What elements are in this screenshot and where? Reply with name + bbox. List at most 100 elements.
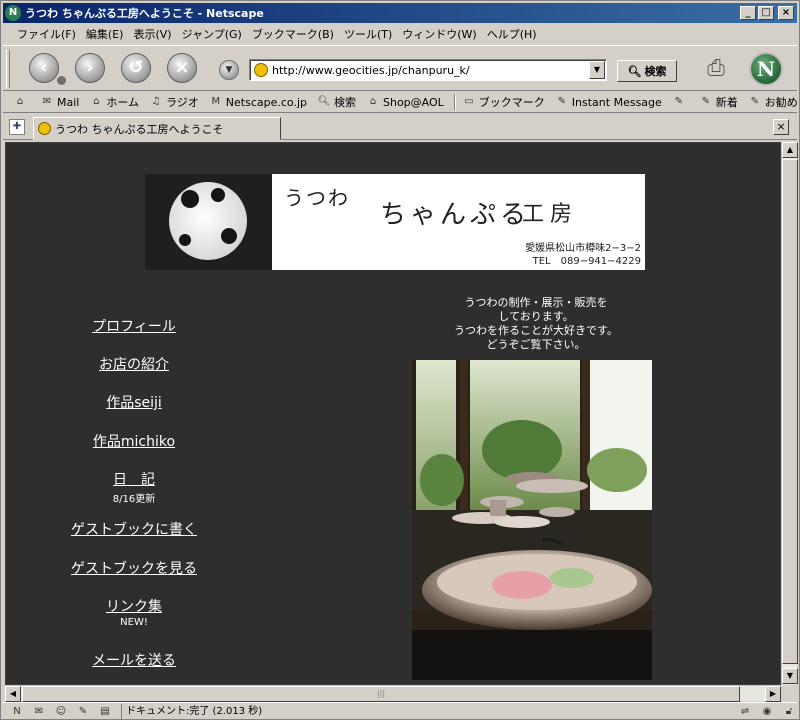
nav-link-guestbook-view[interactable]: ゲストブックを見る xyxy=(54,558,214,578)
tab-bar: ✚ うつわ ちゃんぷる工房へようこそ × xyxy=(3,114,797,140)
reload-button[interactable]: ↺ xyxy=(121,53,151,83)
menu-help[interactable]: ヘルプ(H) xyxy=(487,26,537,42)
headphones-icon: ♫ xyxy=(151,96,161,107)
links-new-badge: NEW! xyxy=(120,617,148,628)
nav-link-mail[interactable]: メールを送る xyxy=(54,650,214,670)
page-viewport: うつわ ちゃんぷる 工房 愛媛県松山市樽味2−3−2 TEL 089−941−4… xyxy=(5,142,781,685)
bookmark-home-menu[interactable]: ⌂ xyxy=(13,96,30,108)
search-button[interactable]: 🔍︎ 検索 xyxy=(617,60,677,82)
address-book-icon[interactable]: ▤ xyxy=(97,705,113,718)
banner-logo: うつわ ちゃんぷる 工房 愛媛県松山市樽味2−3−2 TEL 089−941−4… xyxy=(272,174,645,270)
url-dropdown-button[interactable]: ▼ xyxy=(589,61,605,79)
status-bar: N ✉ ☺ ✎ ▤ ドキュメント:完了 (2.013 秒) ⇌ ◉ 🔓︎ xyxy=(3,702,797,719)
menu-tools[interactable]: ツール(T) xyxy=(344,26,392,42)
forward-button[interactable]: › xyxy=(75,53,105,83)
minimize-button[interactable]: _ xyxy=(740,6,756,20)
menu-edit[interactable]: 編集(E) xyxy=(86,26,124,42)
magnifier-icon: 🔍︎ xyxy=(627,64,642,78)
bookmark-shop[interactable]: ⌂ Shop@AOL xyxy=(366,96,444,109)
im-icon: ✎ xyxy=(701,96,710,107)
personal-toolbar: ⌂ ✉ Mail ⌂ ホーム ♫ ラジオ M Netscape.co.jp 🔍︎ 検索 ⌂… xyxy=(3,92,797,113)
url-history-button[interactable]: ▼ xyxy=(219,60,239,80)
privacy-icon[interactable]: ◉ xyxy=(759,705,775,718)
nav-item-guestbook-write: ゲストブックに書く xyxy=(54,519,214,539)
netscape-status-icon[interactable]: N xyxy=(9,705,25,718)
bookmark-instant-message[interactable]: ✎ Instant Message xyxy=(555,96,662,109)
vertical-scroll-thumb[interactable] xyxy=(782,159,798,664)
location-bar: ▼ xyxy=(249,59,607,81)
close-tab-button[interactable]: × xyxy=(773,119,789,135)
logo-koubou: 工房 xyxy=(522,202,579,227)
bookmark-folder[interactable]: ▭ ブックマーク xyxy=(462,94,545,110)
netscape-app-icon[interactable]: N xyxy=(5,5,21,21)
nav-link-profile[interactable]: プロフィール xyxy=(54,316,214,336)
home-icon: ⌂ xyxy=(93,96,100,107)
nav-item-works-seiji: 作品seiji xyxy=(54,392,214,412)
scroll-right-arrow[interactable]: ▶ xyxy=(765,686,781,702)
maximize-button[interactable]: □ xyxy=(758,6,774,20)
stop-button[interactable]: × xyxy=(167,53,197,83)
navigation-toolbar: ‹ › ↺ × ▼ ▼ 🔍︎ 検索 ⎙ N xyxy=(3,45,797,91)
tab-site-icon xyxy=(38,122,51,135)
shop-interior-photo xyxy=(412,360,652,680)
bookmark-mail[interactable]: ✉ Mail xyxy=(40,96,80,109)
url-input[interactable] xyxy=(272,63,589,77)
bookmark-new[interactable]: ✎ 新着 xyxy=(699,94,738,110)
mail-icon: ✉ xyxy=(42,96,52,107)
back-history-dropdown[interactable] xyxy=(57,76,66,85)
nav-link-links[interactable]: リンク集 xyxy=(54,596,214,616)
home-menu-icon: ⌂ xyxy=(16,96,24,107)
horizontal-scroll-thumb[interactable]: ||| xyxy=(22,686,740,702)
nav-link-works-seiji[interactable]: 作品seiji xyxy=(54,392,214,412)
composer-status-icon[interactable]: ✎ xyxy=(75,705,91,718)
mail-status-icon[interactable]: ✉ xyxy=(31,705,47,718)
tab-active[interactable]: うつわ ちゃんぷる工房へようこそ xyxy=(33,117,281,140)
menu-file[interactable]: ファイル(F) xyxy=(17,26,76,42)
nav-item-guestbook-view: ゲストブックを見る xyxy=(54,558,214,578)
scroll-down-arrow[interactable]: ▼ xyxy=(782,668,798,684)
bookmark-netscape[interactable]: M Netscape.co.jp xyxy=(209,96,307,109)
toolbar-grip[interactable] xyxy=(6,50,10,88)
netscape-logo[interactable]: N xyxy=(749,52,783,86)
address-line: 愛媛県松山市樽味2−3−2 xyxy=(525,243,641,254)
nav-item-profile: プロフィール xyxy=(54,316,214,336)
new-tab-icon[interactable]: ✚ xyxy=(9,119,25,135)
nav-item-mail: メールを送る xyxy=(54,650,214,670)
logo-chanpuru: ちゃんぷる xyxy=(380,200,531,230)
my-icon: M xyxy=(211,96,221,107)
shop-address: 愛媛県松山市樽味2−3−2 TEL 089−941−4229 xyxy=(525,242,641,268)
nav-item-links: リンク集 NEW! xyxy=(54,596,214,628)
scroll-up-arrow[interactable]: ▲ xyxy=(782,142,798,158)
menu-bar: ファイル(F) 編集(E) 表示(V) ジャンプ(G) ブックマーク(B) ツー… xyxy=(3,24,797,43)
back-button[interactable]: ‹ xyxy=(29,53,59,83)
bookmark-recommended[interactable]: ✎ お勧め xyxy=(748,94,797,110)
bookmark-home[interactable]: ⌂ ホーム xyxy=(89,94,139,110)
menu-window[interactable]: ウィンドウ(W) xyxy=(402,26,476,42)
aim-status-icon[interactable]: ☺ xyxy=(53,705,69,718)
vertical-scrollbar[interactable]: ▲ ▼ xyxy=(781,142,798,685)
diary-updated-note: 8/16更新 xyxy=(112,494,156,505)
menu-go[interactable]: ジャンプ(G) xyxy=(182,26,242,42)
bookmark-radio[interactable]: ♫ ラジオ xyxy=(149,94,199,110)
print-icon[interactable]: ⎙ xyxy=(701,56,731,82)
im-icon: ✎ xyxy=(674,96,683,107)
bookmark-search[interactable]: 🔍︎ 検索 xyxy=(317,94,356,110)
scroll-left-arrow[interactable]: ◀ xyxy=(5,686,21,702)
bookmark-link[interactable]: ✎ xyxy=(672,96,689,108)
close-button[interactable]: × xyxy=(778,6,794,20)
nav-link-guestbook-write[interactable]: ゲストブックに書く xyxy=(54,519,214,539)
tab-label: うつわ ちゃんぷる工房へようこそ xyxy=(55,122,224,136)
nav-link-shop[interactable]: お店の紹介 xyxy=(54,354,214,374)
pottery-display-image xyxy=(412,360,652,680)
plate-photo xyxy=(145,174,272,270)
nav-link-works-michiko[interactable]: 作品michiko xyxy=(54,431,214,451)
security-lock-icon[interactable]: 🔓︎ xyxy=(781,705,797,718)
menu-bookmarks[interactable]: ブックマーク(B) xyxy=(252,26,334,42)
menu-view[interactable]: 表示(V) xyxy=(133,26,171,42)
nav-link-diary[interactable]: 日 記 xyxy=(54,469,214,489)
horizontal-scrollbar[interactable]: ◀ ||| ▶ xyxy=(5,685,781,702)
nav-item-works-michiko: 作品michiko xyxy=(54,431,214,451)
tel-line: TEL 089−941−4229 xyxy=(532,256,641,267)
title-bar[interactable]: N うつわ ちゃんぷる工房へようこそ - Netscape _ □ × xyxy=(3,3,797,23)
im-icon: ✎ xyxy=(557,96,566,107)
